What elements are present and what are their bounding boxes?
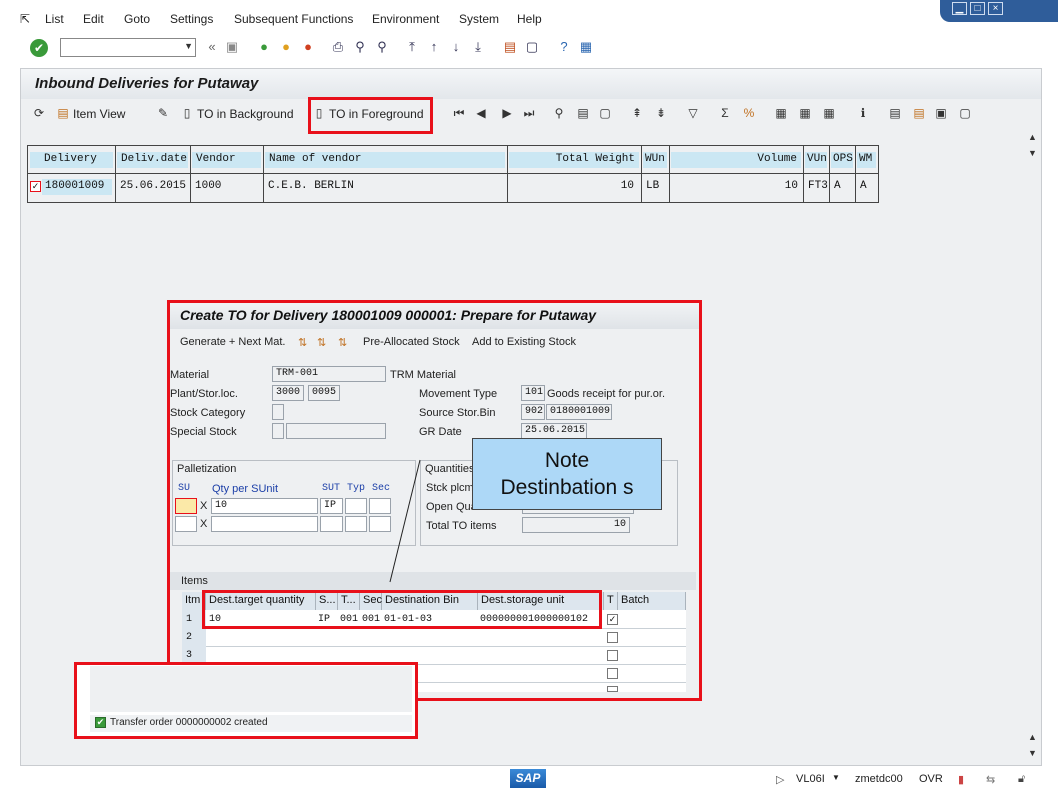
play-icon[interactable]: ▷ xyxy=(776,773,784,786)
input-mode[interactable]: OVR xyxy=(919,773,943,785)
highlight-message xyxy=(74,662,418,739)
unlock-icon[interactable]: 🔓︎ xyxy=(1018,773,1025,786)
chevron-down-icon[interactable]: ▼ xyxy=(832,773,840,782)
sap-logo: SAP xyxy=(510,769,546,788)
status-bar: SAP ▷ VL06I ▼ zmetdc00 OVR ▮ ⇆ 🔓︎ xyxy=(0,766,1058,794)
note-callout: Note Destinbation s xyxy=(472,438,662,510)
callout-line-2: Destinbation s xyxy=(500,476,634,499)
lock-icon: ▮ xyxy=(958,774,965,786)
callout-line-1: Note xyxy=(544,449,590,472)
transaction-code: VL06I xyxy=(796,773,825,785)
transfer-icon: ⇆ xyxy=(986,774,996,786)
server-name: zmetdc00 xyxy=(855,773,903,785)
